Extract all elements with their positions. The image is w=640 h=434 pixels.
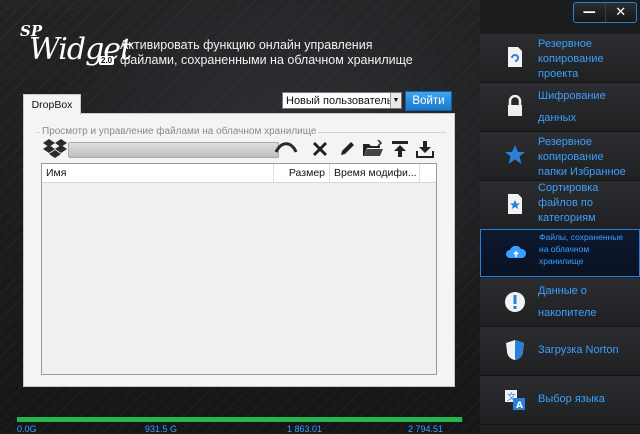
sidebar-label-line: Шифрование [538, 90, 606, 102]
sidebar-label-line: на облачном [539, 244, 590, 254]
chevron-down-icon[interactable]: ▼ [390, 93, 401, 108]
logo-widget: Widget [29, 32, 132, 67]
dropbox-icon [43, 139, 67, 158]
curve-arrow-icon [274, 142, 298, 153]
storage-bar-fill [17, 417, 463, 422]
sidebar-item-label: Сортировка файлов по категориям [538, 181, 638, 226]
tab-dropbox[interactable]: DropBox [23, 94, 81, 115]
sidebar-item-label: Шифрование данных [538, 89, 638, 126]
sidebar-label-line: копирование [538, 53, 604, 65]
sidebar-label-line: копирование [538, 151, 604, 163]
page-title-line1: Активировать функцию онлайн управления [120, 38, 373, 52]
column-name[interactable]: Имя [42, 164, 274, 182]
sidebar-item-label: Данные о накопителе [538, 284, 638, 321]
close-button[interactable]: ✕ [606, 3, 637, 22]
sidebar-item-label: Резервное копирование проекта [538, 37, 638, 82]
lock-icon [508, 95, 522, 116]
shield-icon [506, 340, 524, 360]
language-icon: 文 A [505, 390, 525, 411]
info-icon [505, 292, 525, 312]
window-controls: — ✕ [573, 2, 637, 23]
sidebar: Резервное копирование проекта Шифрование… [480, 34, 640, 433]
sidebar-item-label: Резервное копирование папки Избранное [538, 135, 638, 180]
upload-icon[interactable] [391, 140, 409, 158]
upload-progress-bar [68, 142, 279, 158]
minimize-button[interactable]: — [574, 3, 606, 22]
column-modified[interactable]: Время модифи... [330, 164, 420, 182]
sidebar-item-encryption[interactable]: Шифрование данных [480, 83, 640, 132]
sidebar-item-project-backup[interactable]: Резервное копирование проекта [480, 34, 640, 83]
sidebar-label-line: Файлы, сохраненные [539, 232, 624, 242]
user-select-value: Новый пользователь [286, 95, 393, 107]
sidebar-item-label: Выбор языка [538, 392, 638, 407]
close-icon[interactable] [311, 140, 329, 158]
logo-version: 2.0 [99, 56, 115, 65]
pencil-icon[interactable] [338, 140, 356, 158]
sidebar-item-cloud-files[interactable]: Файлы, сохраненные на облачном хранилище [480, 229, 640, 277]
sidebar-label-line: данных [538, 112, 577, 124]
file-list[interactable]: Имя Размер Время модифи... [41, 163, 437, 375]
sidebar-label-line: Резервное [538, 136, 593, 148]
login-button[interactable]: Войти [405, 91, 452, 111]
user-select[interactable]: Новый пользователь ▼ [282, 92, 402, 109]
sidebar-label-line: Выбор языка [538, 393, 605, 405]
download-icon[interactable] [416, 140, 434, 158]
sidebar-item-drive-info[interactable]: Данные о накопителе [480, 278, 640, 327]
svg-text:A: A [516, 401, 523, 411]
sidebar-item-norton[interactable]: Загрузка Norton [480, 327, 640, 376]
cloud-icon [506, 245, 527, 258]
sidebar-label-line: категориям [538, 212, 596, 224]
svg-text:文: 文 [507, 391, 516, 403]
folder-open-icon[interactable] [362, 140, 384, 158]
sidebar-label-line: Данные о [538, 285, 587, 297]
document-sync-icon [508, 47, 522, 67]
sidebar-label-line: накопителе [538, 307, 597, 319]
sidebar-label-line: Резервное [538, 38, 593, 50]
page-title-line2: файлами, сохраненными на облачном хранил… [120, 53, 413, 67]
sidebar-label-line: Сортировка [538, 182, 599, 194]
sidebar-label-line: файлов по [538, 197, 593, 209]
file-list-header: Имя Размер Время модифи... [42, 164, 436, 183]
document-star-icon [508, 194, 522, 214]
app-logo: SP Widget 2.0 [20, 20, 132, 70]
sidebar-item-label: Файлы, сохраненные на облачном хранилище [539, 231, 639, 267]
group-label: Просмотр и управление файлами на облачно… [40, 126, 319, 137]
sidebar-item-language[interactable]: 文 A Выбор языка [480, 376, 640, 425]
sidebar-item-sort-files[interactable]: Сортировка файлов по категориям [480, 181, 640, 230]
sidebar-item-favorites-backup[interactable]: Резервное копирование папки Избранное [480, 132, 640, 181]
sidebar-label-line: проекта [538, 68, 579, 80]
sidebar-label-line: папки Избранное [538, 166, 626, 178]
sidebar-item-label: Загрузка Norton [538, 343, 638, 358]
storage-bar [17, 417, 463, 422]
star-icon [505, 145, 525, 164]
sidebar-label-line: хранилище [539, 256, 584, 266]
page-title: Активировать функцию онлайн управления ф… [120, 38, 440, 68]
sidebar-label-line: Загрузка Norton [538, 344, 619, 356]
column-size[interactable]: Размер [274, 164, 330, 182]
